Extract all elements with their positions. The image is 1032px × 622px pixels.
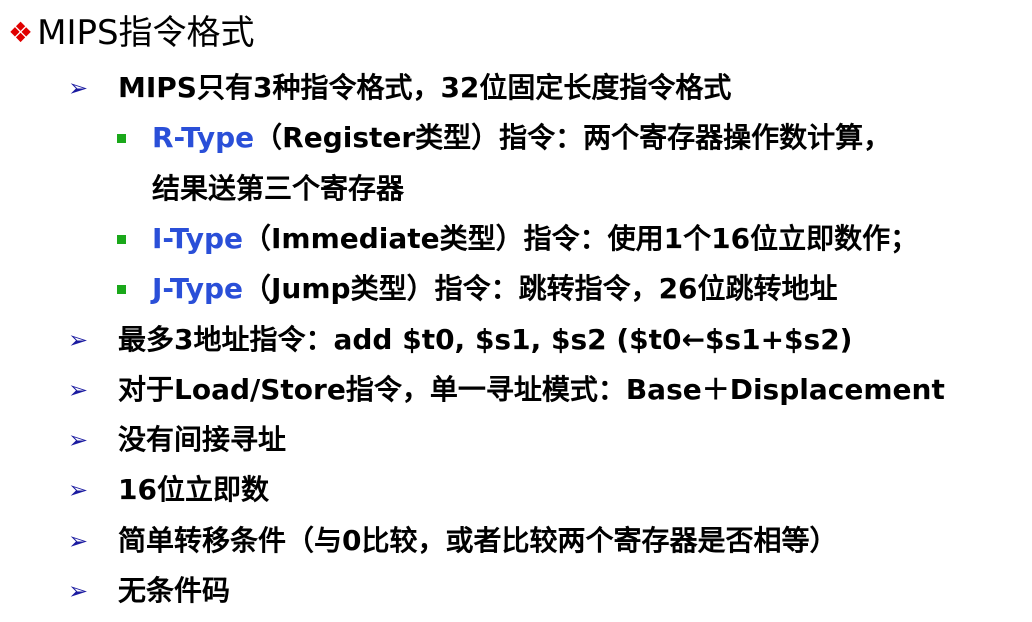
arrow-bullet-icon: ➢ <box>68 376 89 404</box>
list-item: J-Type （Jump类型）指令：跳转指令，26位跳转地址 <box>116 269 838 309</box>
list-item: ➢ 最多3地址指令：add $t0, $s1, $s2 ($t0←$s1+$s2) <box>68 320 852 360</box>
arrow-bullet-icon: ➢ <box>68 577 89 605</box>
item-text: 最多3地址指令：add $t0, $s1, $s2 ($t0←$s1+$s2) <box>118 323 853 356</box>
list-item: I-Type （Immediate类型）指令：使用1个16位立即数作； <box>116 219 918 259</box>
list-item: ➢ 16位立即数 <box>68 470 269 510</box>
slide-title: ❖ MIPS指令格式 <box>8 8 255 58</box>
item-text: 16位立即数 <box>118 473 269 506</box>
type-label: J-Type <box>152 272 243 305</box>
square-bullet-icon <box>116 133 152 143</box>
type-label: I-Type <box>152 222 243 255</box>
item-text: （Jump类型）指令：跳转指令，26位跳转地址 <box>243 272 838 305</box>
list-item: ➢ 对于Load/Store指令，单一寻址模式：Base＋Displacement <box>68 370 945 410</box>
title-text: MIPS指令格式 <box>37 13 255 53</box>
slide: ❖ MIPS指令格式 ➢ MIPS只有3种指令格式，32位固定长度指令格式 R-Ty… <box>0 0 1032 622</box>
list-item: 结果送第三个寄存器 <box>152 169 404 209</box>
item-text: 对于Load/Store指令，单一寻址模式：Base＋Displacement <box>118 373 945 406</box>
item-text: （Register类型）指令：两个寄存器操作数计算， <box>254 121 892 154</box>
item-text: 没有间接寻址 <box>118 423 287 456</box>
type-label: R-Type <box>152 121 255 154</box>
item-text: MIPS只有3种指令格式，32位固定长度指令格式 <box>118 71 732 104</box>
list-item: ➢ 无条件码 <box>68 571 230 611</box>
diamond-bullet-icon: ❖ <box>8 16 34 49</box>
list-item: R-Type （Register类型）指令：两个寄存器操作数计算， <box>116 118 891 158</box>
list-item: ➢ 没有间接寻址 <box>68 420 286 460</box>
arrow-bullet-icon: ➢ <box>68 326 89 354</box>
arrow-bullet-icon: ➢ <box>68 74 89 102</box>
arrow-bullet-icon: ➢ <box>68 527 89 555</box>
item-text: 无条件码 <box>118 574 231 607</box>
square-bullet-icon <box>116 234 152 244</box>
arrow-bullet-icon: ➢ <box>68 426 89 454</box>
square-bullet-icon <box>116 284 152 294</box>
item-text: 结果送第三个寄存器 <box>152 172 405 205</box>
list-item: ➢ MIPS只有3种指令格式，32位固定长度指令格式 <box>68 68 731 108</box>
item-text: （Immediate类型）指令：使用1个16位立即数作； <box>243 222 919 255</box>
list-item: ➢ 简单转移条件（与0比较，或者比较两个寄存器是否相等） <box>68 521 838 561</box>
arrow-bullet-icon: ➢ <box>68 476 89 504</box>
item-text: 简单转移条件（与0比较，或者比较两个寄存器是否相等） <box>118 524 838 557</box>
